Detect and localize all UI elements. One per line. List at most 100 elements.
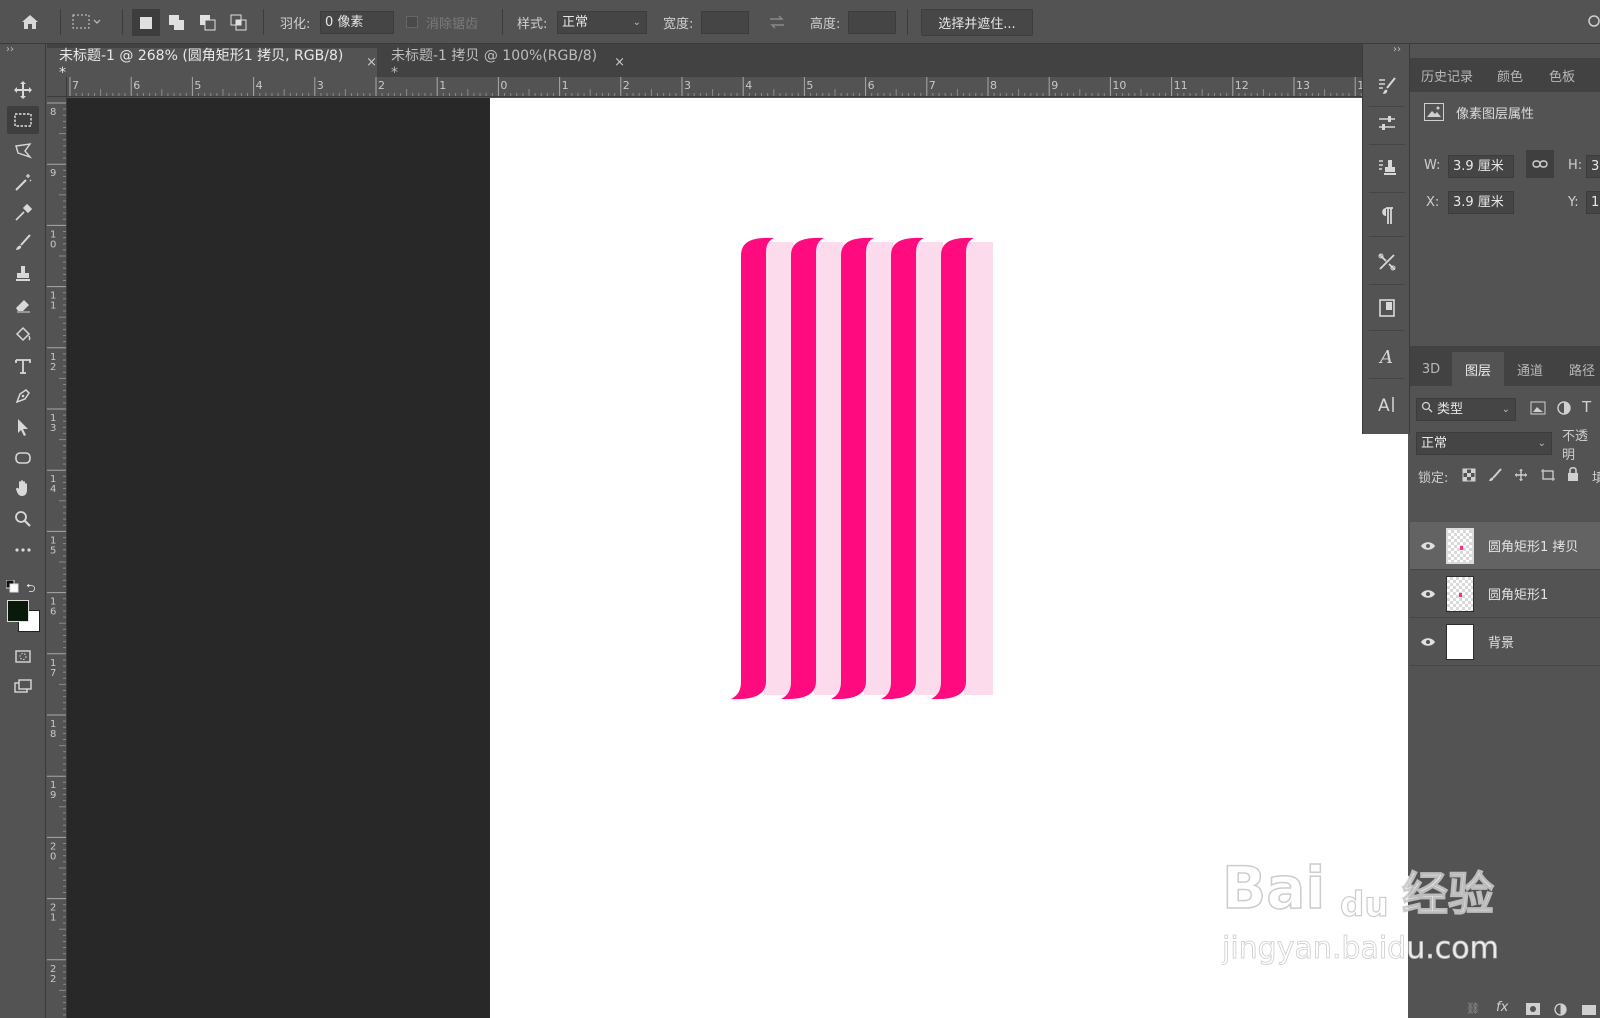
clone-source-icon[interactable]	[1373, 154, 1401, 182]
collapse-icon[interactable]: ››	[1393, 44, 1401, 55]
blend-mode-select[interactable]: 正常 ⌄	[1416, 432, 1552, 455]
link-layers-icon[interactable]: ⛓	[1466, 1002, 1480, 1015]
magic-wand-tool-icon[interactable]	[7, 168, 39, 196]
character-icon[interactable]: A	[1373, 390, 1401, 418]
filter-adjustment-icon[interactable]	[1556, 400, 1572, 420]
paint-bucket-tool-icon[interactable]	[7, 321, 39, 349]
width-field[interactable]: 3.9 厘米	[1448, 155, 1514, 178]
eye-icon[interactable]	[1410, 637, 1446, 647]
rect-marquee-tool-icon[interactable]	[7, 106, 39, 134]
marquee-preset-icon[interactable]	[72, 0, 102, 44]
adjustments-icon[interactable]	[1373, 110, 1401, 138]
tool-presets-icon[interactable]	[1373, 248, 1401, 276]
foreground-color-swatch[interactable]	[7, 600, 29, 622]
lock-position-icon[interactable]	[1514, 468, 1528, 486]
path-selection-tool-icon[interactable]	[7, 413, 39, 441]
height-input[interactable]	[848, 11, 896, 34]
hand-tool-icon[interactable]	[7, 474, 39, 502]
tab-history[interactable]: 历史记录	[1410, 58, 1484, 92]
lock-transparent-icon[interactable]	[1462, 468, 1476, 486]
filter-type-icon[interactable]: T	[1582, 398, 1591, 416]
tab-3d[interactable]: 3D	[1410, 352, 1452, 386]
mask-icon[interactable]	[1526, 1003, 1540, 1018]
link-icon[interactable]	[1526, 150, 1554, 178]
ruler-corner	[47, 77, 67, 97]
style-select[interactable]: 正常 ⌄	[557, 11, 647, 34]
select-and-mask-button[interactable]: 选择并遮住...	[921, 9, 1033, 36]
shape-tool-icon[interactable]	[7, 444, 39, 472]
light-stripe	[764, 242, 793, 695]
brush-tool-icon[interactable]	[7, 229, 39, 257]
tab-color[interactable]: 颜色	[1484, 58, 1536, 92]
close-icon[interactable]: ×	[614, 55, 625, 70]
home-icon[interactable]	[20, 0, 40, 44]
tab-document-2[interactable]: 未标题-1 拷贝 @ 100%(RGB/8) * ×	[379, 48, 625, 81]
y-label: Y:	[1568, 195, 1579, 210]
x-field[interactable]: 3.9 厘米	[1448, 191, 1514, 214]
y-field[interactable]: 13	[1586, 191, 1600, 214]
screen-mode-icon[interactable]	[7, 673, 39, 701]
swap-colors-icon[interactable]: ⮌	[26, 579, 40, 595]
horizontal-ruler[interactable]: 765432101234567891011121314	[67, 77, 1362, 97]
tab-channels[interactable]: 通道	[1504, 352, 1556, 386]
layer-filter-select[interactable]: 类型 ⌄	[1416, 398, 1516, 421]
artwork	[731, 237, 993, 700]
close-icon[interactable]: ×	[366, 55, 377, 70]
intersect-selection-icon[interactable]	[225, 9, 253, 36]
adjustment-layer-icon[interactable]	[1554, 1003, 1567, 1018]
more-tools-icon[interactable]	[7, 536, 39, 564]
eye-icon[interactable]	[1410, 541, 1446, 551]
ruler-label: 12	[1235, 79, 1249, 92]
height-field[interactable]: 3.	[1586, 155, 1600, 178]
pen-tool-icon[interactable]	[7, 382, 39, 410]
tab-layers[interactable]: 图层	[1452, 352, 1504, 386]
lasso-tool-icon[interactable]	[7, 137, 39, 165]
ruler-label: 3	[684, 79, 691, 92]
vertical-ruler[interactable]: 8910111213141516171819202122	[47, 97, 67, 1018]
eraser-tool-icon[interactable]	[7, 291, 39, 319]
ruler-label: 3	[317, 79, 324, 92]
move-tool-icon[interactable]	[7, 76, 39, 104]
tab-swatches[interactable]: 色板	[1536, 58, 1588, 92]
collapse-icon[interactable]: ››	[6, 44, 14, 55]
eye-icon[interactable]	[1410, 589, 1446, 599]
stamp-tool-icon[interactable]	[7, 260, 39, 288]
layer-name: 圆角矩形1	[1488, 588, 1549, 603]
type-tool-icon[interactable]	[7, 352, 39, 380]
brush-settings-icon[interactable]	[1373, 72, 1401, 100]
layers-panel-tabs: 3D 图层 通道 路径	[1410, 352, 1600, 386]
layer-row[interactable]: 圆角矩形1 拷贝	[1410, 522, 1600, 570]
tab-document-1[interactable]: 未标题-1 @ 268% (圆角矩形1 拷贝, RGB/8) * ×	[47, 48, 377, 81]
new-selection-icon[interactable]	[132, 9, 160, 36]
layer-thumbnail	[1446, 527, 1474, 564]
document-canvas[interactable]	[490, 98, 1408, 1018]
antialias-checkbox[interactable]: 消除锯齿	[406, 0, 478, 44]
lock-pixels-icon[interactable]	[1488, 468, 1502, 486]
light-stripe	[814, 242, 843, 695]
search-icon[interactable]	[1584, 0, 1600, 44]
layer-name: 背景	[1488, 636, 1515, 651]
width-input[interactable]	[701, 11, 749, 34]
lock-all-icon[interactable]	[1566, 466, 1580, 486]
eyedropper-tool-icon[interactable]	[7, 199, 39, 227]
tab-paths[interactable]: 路径	[1556, 352, 1600, 386]
libraries-icon[interactable]	[1373, 294, 1401, 322]
subtract-selection-icon[interactable]	[194, 9, 222, 36]
swap-icon[interactable]	[768, 0, 786, 44]
filter-pixel-icon[interactable]	[1530, 400, 1546, 420]
fx-icon[interactable]: fx	[1496, 1000, 1508, 1015]
ruler-label: 0	[50, 239, 56, 250]
ruler-label: 4	[50, 484, 56, 495]
quick-mask-icon[interactable]	[7, 642, 39, 670]
feather-input[interactable]: 0 像素	[320, 11, 394, 34]
layer-row[interactable]: 圆角矩形1	[1410, 570, 1600, 618]
paragraph-icon[interactable]	[1373, 202, 1401, 230]
group-icon[interactable]	[1582, 1003, 1596, 1018]
ruler-label: 13	[1296, 79, 1310, 92]
add-selection-icon[interactable]	[163, 9, 191, 36]
default-colors-icon[interactable]	[5, 579, 20, 594]
glyphs-icon[interactable]: A	[1373, 342, 1401, 370]
lock-artboard-icon[interactable]	[1540, 468, 1556, 486]
layer-row[interactable]: 背景	[1410, 618, 1600, 666]
zoom-tool-icon[interactable]	[7, 505, 39, 533]
